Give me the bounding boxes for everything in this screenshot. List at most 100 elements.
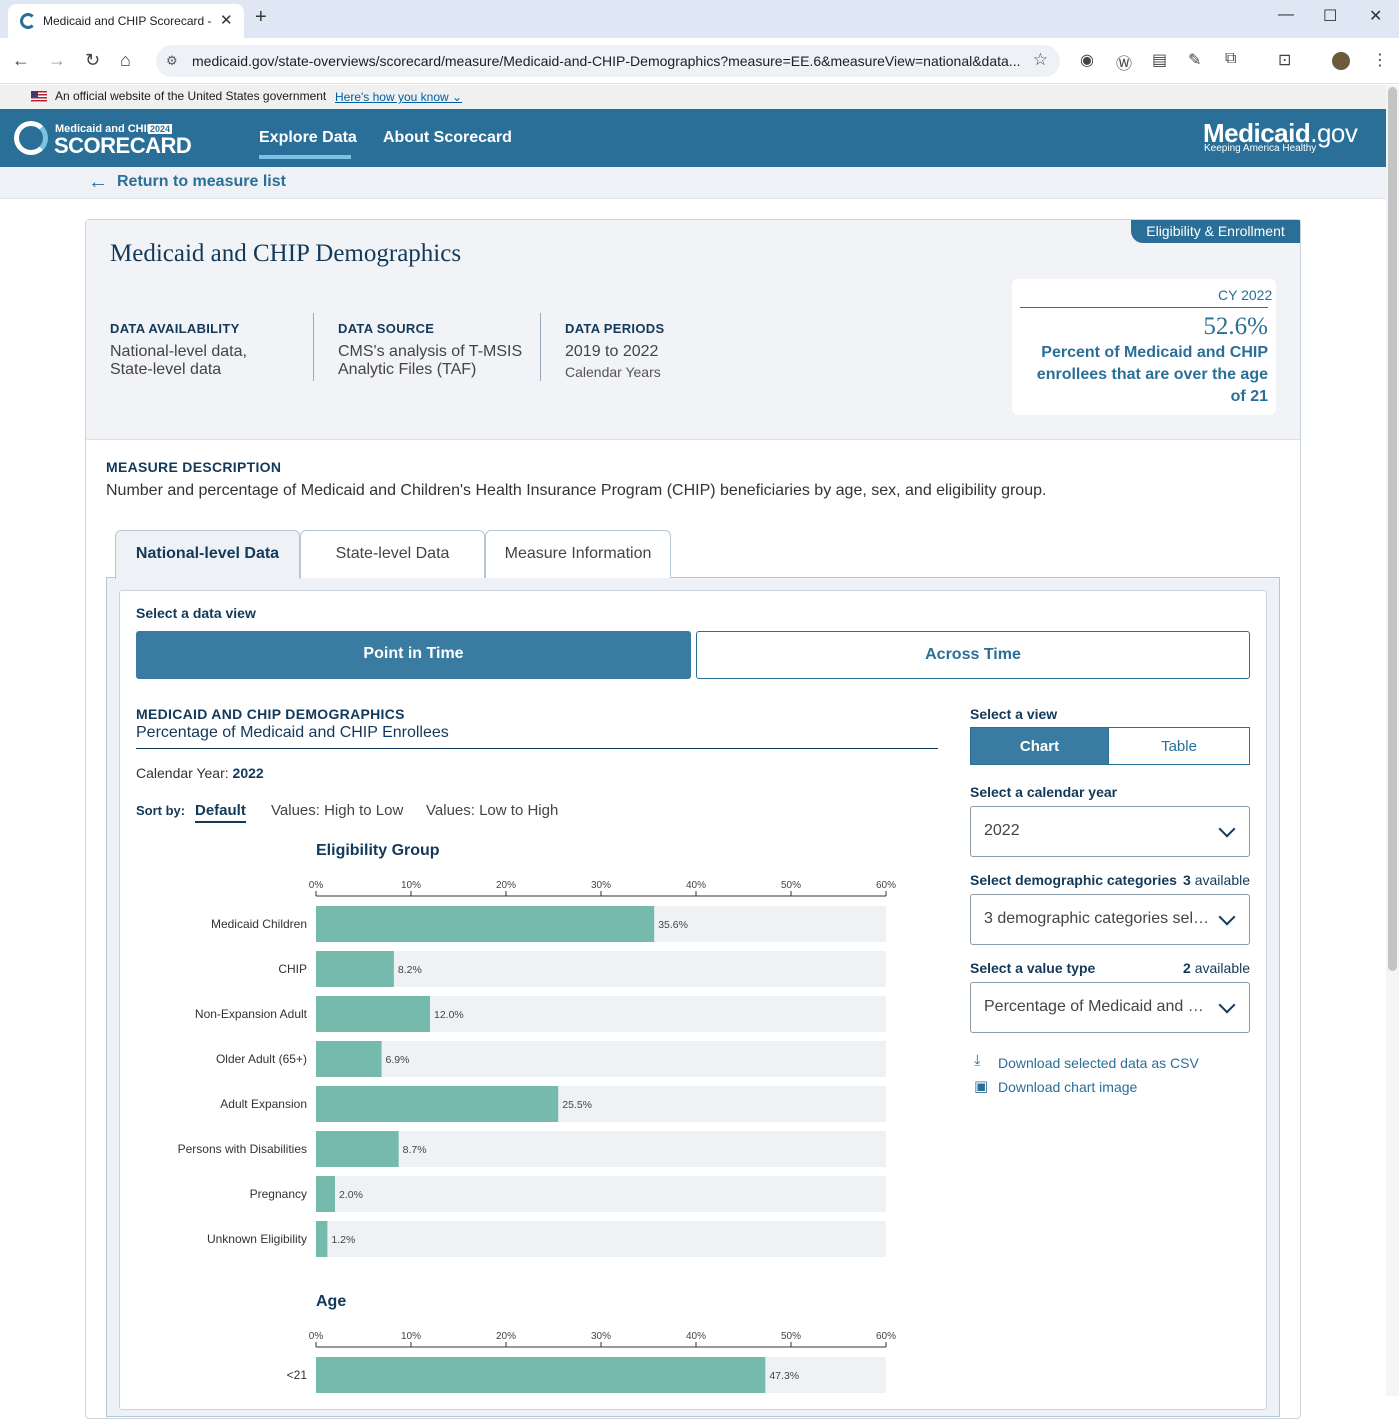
how-you-know-link[interactable]: Here's how you know ⌄ [335, 90, 462, 104]
bar [316, 996, 430, 1032]
chevron-down-icon [1218, 908, 1236, 926]
medicaid-tagline: Keeping America Healthy [1204, 143, 1317, 154]
maximize-icon[interactable]: ☐ [1323, 6, 1337, 26]
x-tick-label: 0% [309, 880, 324, 891]
nav-explore-data[interactable]: Explore Data [259, 129, 357, 147]
bar [316, 1086, 559, 1122]
chart-title: MEDICAID AND CHIP DEMOGRAPHICS [136, 706, 405, 722]
reload-icon[interactable]: ↻ [85, 50, 100, 71]
eligibility-group-chart: 0% 10% 20% 30% 40% 50% 60% Medicaid Children 35.… [178, 880, 896, 1257]
bar-track [316, 1221, 886, 1257]
table-view-button[interactable]: Table [1108, 727, 1250, 765]
key-stat-value: 52.6% [1203, 313, 1268, 340]
key-stat-description: Percent of Medicaid and CHIP enrollees t… [1036, 344, 1268, 405]
tab-state-level-data[interactable]: State-level Data [300, 530, 485, 578]
scrollbar-thumb[interactable] [1388, 87, 1397, 971]
data-label: 1.2% [331, 1234, 355, 1246]
category-badge: Eligibility & Enrollment [1131, 220, 1300, 243]
bookmark-star-icon[interactable]: ☆ [1033, 50, 1048, 70]
download-csv-link[interactable]: Download selected data as CSV [998, 1055, 1199, 1071]
demographic-categories-value: 3 demographic categories selected [984, 910, 1214, 927]
return-bar: ← Return to measure list [0, 167, 1386, 199]
extension-eyedropper-icon[interactable]: ✎ [1188, 50, 1201, 70]
data-label: 12.0% [434, 1009, 464, 1021]
logo-scorecard-text[interactable]: SCORECARD [54, 133, 192, 159]
calendar-year-select[interactable]: 2022 [970, 806, 1250, 857]
forward-icon[interactable]: → [48, 50, 66, 71]
site-settings-icon[interactable]: ⚙ [166, 53, 178, 69]
value-type-available: 2 available [1183, 960, 1250, 976]
x-tick-label: 20% [496, 880, 516, 891]
data-source-label: DATA SOURCE [338, 321, 435, 336]
close-tab-icon[interactable]: ✕ [220, 11, 233, 29]
chart-view-button[interactable]: Chart [970, 727, 1109, 765]
x-tick-label: 60% [876, 880, 896, 891]
site-favicon-icon [20, 13, 36, 29]
category-label: Persons with Disabilities [178, 1142, 307, 1156]
tab-search-icon[interactable]: ⊡ [1278, 50, 1291, 70]
gov-banner: An official website of the United States… [0, 85, 1386, 109]
data-view-label: Select a data view [136, 605, 256, 621]
nav-about-scorecard[interactable]: About Scorecard [383, 129, 512, 147]
gov-banner-text: An official website of the United States… [55, 89, 327, 103]
bar [316, 1221, 328, 1257]
demographic-categories-select[interactable]: 3 demographic categories selected [970, 894, 1250, 945]
data-label: 8.7% [403, 1144, 427, 1156]
sort-high-to-low-option[interactable]: Values: High to Low [271, 802, 403, 819]
bar-track [316, 1131, 886, 1167]
x-tick-label: 10% [401, 1331, 421, 1342]
calendar-year-text: Calendar Year: 2022 [136, 765, 264, 781]
chart-section-age-title: Age [316, 1293, 347, 1310]
tab-national-level-data[interactable]: National-level Data [115, 530, 300, 579]
demographic-categories-available: 3 available [1183, 872, 1250, 888]
point-in-time-button[interactable]: Point in Time [136, 631, 691, 679]
x-tick-label: 60% [876, 1331, 896, 1342]
sort-by-label: Sort by: [136, 803, 186, 818]
divider [313, 313, 314, 381]
bar [316, 1176, 335, 1212]
x-tick-label: 50% [781, 880, 801, 891]
x-tick-label: 20% [496, 1331, 516, 1342]
extension-w-icon[interactable]: Ⓦ [1116, 50, 1132, 74]
profile-avatar[interactable] [1332, 52, 1350, 70]
image-icon[interactable]: ▣ [974, 1077, 988, 1095]
x-tick-label: 30% [591, 1331, 611, 1342]
sort-low-to-high-option[interactable]: Values: Low to High [426, 802, 558, 819]
age-chart: 0% 10% 20% 30% 40% 50% 60% <21 47.3% [287, 1331, 896, 1393]
category-label: Older Adult (65+) [216, 1052, 307, 1066]
category-label: <21 [287, 1368, 308, 1382]
chevron-down-icon [1218, 820, 1236, 838]
data-availability-value-2: State-level data [110, 361, 222, 378]
return-to-measure-list-link[interactable]: Return to measure list [117, 173, 286, 191]
close-window-icon[interactable]: ✕ [1369, 6, 1382, 26]
new-tab-icon[interactable]: + [255, 6, 267, 29]
browser-menu-icon[interactable]: ⋮ [1372, 50, 1388, 70]
address-bar[interactable]: ⚙ medicaid.gov/state-overviews/scorecard… [156, 45, 1060, 77]
divider [540, 313, 541, 381]
value-type-label: Select a value type [970, 960, 1096, 976]
category-label: Unknown Eligibility [207, 1232, 307, 1246]
minimize-icon[interactable]: — [1278, 6, 1294, 24]
bar [316, 1357, 766, 1393]
bar [316, 1131, 399, 1167]
chart-section-eligibility-title: Eligibility Group [316, 842, 440, 859]
extensions-puzzle-icon[interactable]: ⧉ [1225, 50, 1236, 68]
page-title: Medicaid and CHIP Demographics [110, 240, 462, 267]
download-icon[interactable]: ⤓ [974, 1052, 981, 1069]
url-text[interactable]: medicaid.gov/state-overviews/scorecard/m… [192, 53, 1022, 69]
value-type-select[interactable]: Percentage of Medicaid and CHIP Enrollee… [970, 982, 1250, 1033]
extension-eye-icon[interactable]: ◉ [1080, 50, 1094, 70]
across-time-button[interactable]: Across Time [696, 631, 1250, 679]
back-arrow-icon[interactable]: ← [88, 171, 108, 194]
back-icon[interactable]: ← [12, 50, 30, 71]
x-tick-label: 30% [591, 880, 611, 891]
data-source-value-2: Analytic Files (TAF) [338, 361, 477, 378]
bar-track [316, 1176, 886, 1212]
tab-measure-information[interactable]: Measure Information [485, 530, 671, 578]
download-chart-image-link[interactable]: Download chart image [998, 1079, 1137, 1095]
sort-default-option[interactable]: Default [195, 802, 246, 823]
scorecard-logo-icon[interactable] [14, 121, 48, 155]
home-icon[interactable]: ⌂ [120, 50, 131, 71]
browser-tab[interactable]: Medicaid and CHIP Scorecard - ✕ [8, 4, 244, 38]
extension-note-icon[interactable]: ▤ [1152, 50, 1167, 70]
